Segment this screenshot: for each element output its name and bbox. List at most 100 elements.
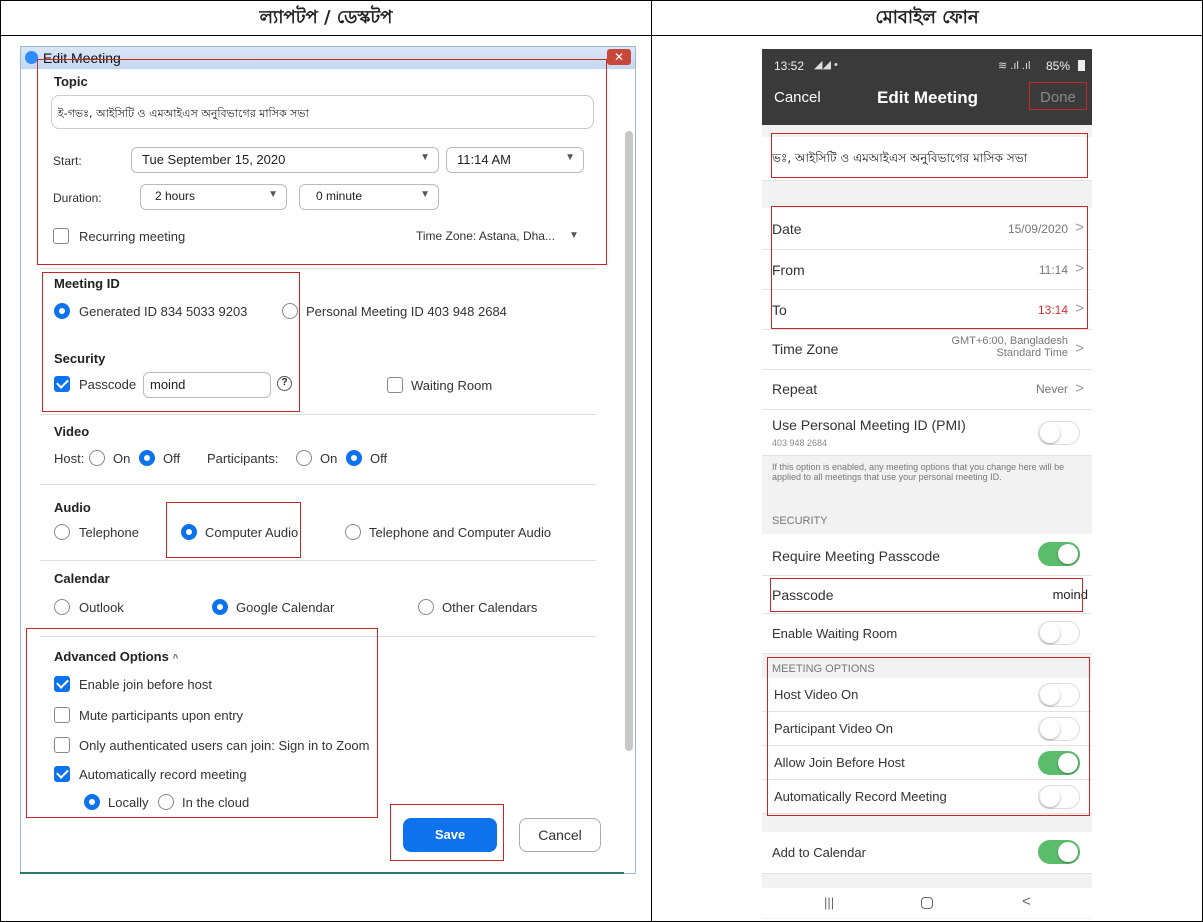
mobile-repeat-row[interactable]: Repeat Never > <box>762 370 1092 410</box>
mobile-topic-value: ভঃ, আইসিটি ও এমআইএস অনুবিভাগের মাসিক সভা <box>772 151 1028 165</box>
host-video-toggle[interactable] <box>1038 683 1080 707</box>
home-icon[interactable] <box>921 897 933 909</box>
recurring-label: Recurring meeting <box>79 229 186 244</box>
close-icon[interactable]: ✕ <box>607 49 631 65</box>
record-locally-radio[interactable] <box>84 794 100 810</box>
telephone-radio[interactable] <box>54 524 70 540</box>
mobile-topic-row[interactable]: ভঃ, আইসিটি ও এমআইএস অনুবিভাগের মাসিক সভা <box>762 137 1092 181</box>
authenticated-users-checkbox[interactable] <box>54 737 70 753</box>
topic-label: Topic <box>54 74 88 89</box>
video-label: Video <box>54 424 90 439</box>
join-before-host-checkbox[interactable] <box>54 676 70 692</box>
cancel-button[interactable]: Cancel <box>519 818 601 852</box>
generated-id-radio[interactable] <box>54 303 70 319</box>
outlook-radio[interactable] <box>54 599 70 615</box>
require-passcode-label: Require Meeting Passcode <box>772 548 941 564</box>
duration-hours-select[interactable]: 2 hours ▼ <box>140 184 287 210</box>
mobile-pmi-row[interactable]: Use Personal Meeting ID (PMI) 403 948 26… <box>762 410 1092 456</box>
mobile-timezone-row[interactable]: Time Zone GMT+6:00, Bangladesh Standard … <box>762 330 1092 370</box>
host-video-on-radio[interactable] <box>89 450 105 466</box>
timezone-select[interactable]: Time Zone: Astana, Dha... <box>416 229 555 243</box>
computer-audio-label: Computer Audio <box>205 525 299 540</box>
pmi-toggle[interactable] <box>1038 421 1080 445</box>
waiting-room-toggle[interactable] <box>1038 621 1080 645</box>
google-calendar-label: Google Calendar <box>236 600 335 615</box>
save-button[interactable]: Save <box>403 818 497 852</box>
meeting-options-header: MEETING OPTIONS <box>772 663 875 675</box>
participant-video-toggle[interactable] <box>1038 717 1080 741</box>
repeat-value: Never <box>1035 382 1068 396</box>
auto-record-toggle[interactable] <box>1038 785 1080 809</box>
telephone-and-computer-radio[interactable] <box>345 524 361 540</box>
back-icon[interactable]: < <box>1022 893 1031 910</box>
mobile-to-row[interactable]: To 13:14 > <box>762 290 1092 330</box>
date-value: 15/09/2020 <box>1007 222 1068 236</box>
repeat-label: Repeat <box>772 381 818 397</box>
record-locally-label: Locally <box>108 795 149 810</box>
from-value: 11:14 <box>1038 263 1068 277</box>
mobile-add-calendar-row[interactable]: Add to Calendar <box>762 832 1092 874</box>
host-video-off-radio[interactable] <box>139 450 155 466</box>
recent-apps-icon[interactable]: ||| <box>824 895 834 910</box>
personal-id-label: Personal Meeting ID 403 948 2684 <box>306 304 507 319</box>
chevron-down-icon: ▼ <box>420 189 430 200</box>
mobile-allow-join-row[interactable]: Allow Join Before Host <box>762 746 1092 780</box>
start-time-select[interactable]: 11:14 AM ▼ <box>446 147 584 173</box>
pmi-note: If this option is enabled, any meeting o… <box>772 462 1065 482</box>
join-before-host-label: Enable join before host <box>79 677 212 692</box>
start-date-value: Tue September 15, 2020 <box>142 152 286 167</box>
mobile-host-video-row[interactable]: Host Video On <box>762 678 1092 712</box>
mobile-cancel-button[interactable]: Cancel <box>774 89 821 106</box>
recurring-checkbox[interactable] <box>53 228 69 244</box>
auto-record-checkbox[interactable] <box>54 766 70 782</box>
help-icon[interactable]: ? <box>277 376 292 391</box>
passcode-checkbox[interactable] <box>54 376 70 392</box>
calendar-label: Calendar <box>54 571 110 586</box>
start-date-select[interactable]: Tue September 15, 2020 ▼ <box>131 147 439 173</box>
divider <box>40 484 596 485</box>
participants-label: Participants: <box>207 451 279 466</box>
other-calendars-radio[interactable] <box>418 599 434 615</box>
require-passcode-toggle[interactable] <box>1038 542 1080 566</box>
topic-input[interactable]: ই-গভঃ, আইসিটি ও এমআইএস অনুবিভাগের মাসিক … <box>51 95 594 129</box>
mobile-passcode-row[interactable]: Passcode moind <box>762 576 1092 614</box>
mobile-require-passcode-row[interactable]: Require Meeting Passcode <box>762 534 1092 576</box>
mobile-waiting-room-row[interactable]: Enable Waiting Room <box>762 614 1092 654</box>
wifi-icon: ≋ .ıl .ıl <box>998 60 1031 72</box>
duration-minutes-value: 0 minute <box>316 189 363 203</box>
duration-minutes-select[interactable]: 0 minute ▼ <box>299 184 439 210</box>
start-time-value: 11:14 AM <box>457 152 511 167</box>
window-title: Edit Meeting <box>43 50 121 66</box>
personal-id-radio[interactable] <box>282 303 298 319</box>
waiting-room-mobile-label: Enable Waiting Room <box>772 626 898 641</box>
mobile-participant-video-row[interactable]: Participant Video On <box>762 712 1092 746</box>
mobile-done-button[interactable]: Done <box>1040 89 1076 106</box>
mobile-date-row[interactable]: Date 15/09/2020 > <box>762 208 1092 250</box>
android-nav-bar: ||| < <box>762 888 1092 918</box>
add-calendar-toggle[interactable] <box>1038 840 1080 864</box>
auto-record-mobile-label: Automatically Record Meeting <box>774 789 947 804</box>
mute-participants-checkbox[interactable] <box>54 707 70 723</box>
chevron-up-icon: ^ <box>172 653 179 664</box>
generated-id-label: Generated ID 834 5033 9203 <box>79 304 248 319</box>
telephone-label: Telephone <box>79 525 139 540</box>
allow-join-toggle[interactable] <box>1038 751 1080 775</box>
window-bottom-edge <box>20 872 624 874</box>
to-value: 13:14 <box>1037 303 1068 317</box>
mobile-from-row[interactable]: From 11:14 > <box>762 250 1092 290</box>
divider <box>40 560 596 561</box>
scrollbar[interactable] <box>625 131 633 751</box>
passcode-input[interactable]: moind <box>143 372 271 398</box>
computer-audio-radio[interactable] <box>181 524 197 540</box>
waiting-room-checkbox[interactable] <box>387 377 403 393</box>
record-cloud-radio[interactable] <box>158 794 174 810</box>
advanced-options-toggle[interactable]: Advanced Options ^ <box>54 649 178 664</box>
mobile-auto-record-row[interactable]: Automatically Record Meeting <box>762 780 1092 814</box>
battery-icon <box>1078 60 1085 71</box>
google-calendar-radio[interactable] <box>212 599 228 615</box>
other-calendars-label: Other Calendars <box>442 600 538 615</box>
participant-video-off-radio[interactable] <box>346 450 362 466</box>
security-label: Security <box>54 351 106 366</box>
participant-video-on-radio[interactable] <box>296 450 312 466</box>
from-label: From <box>772 262 805 278</box>
